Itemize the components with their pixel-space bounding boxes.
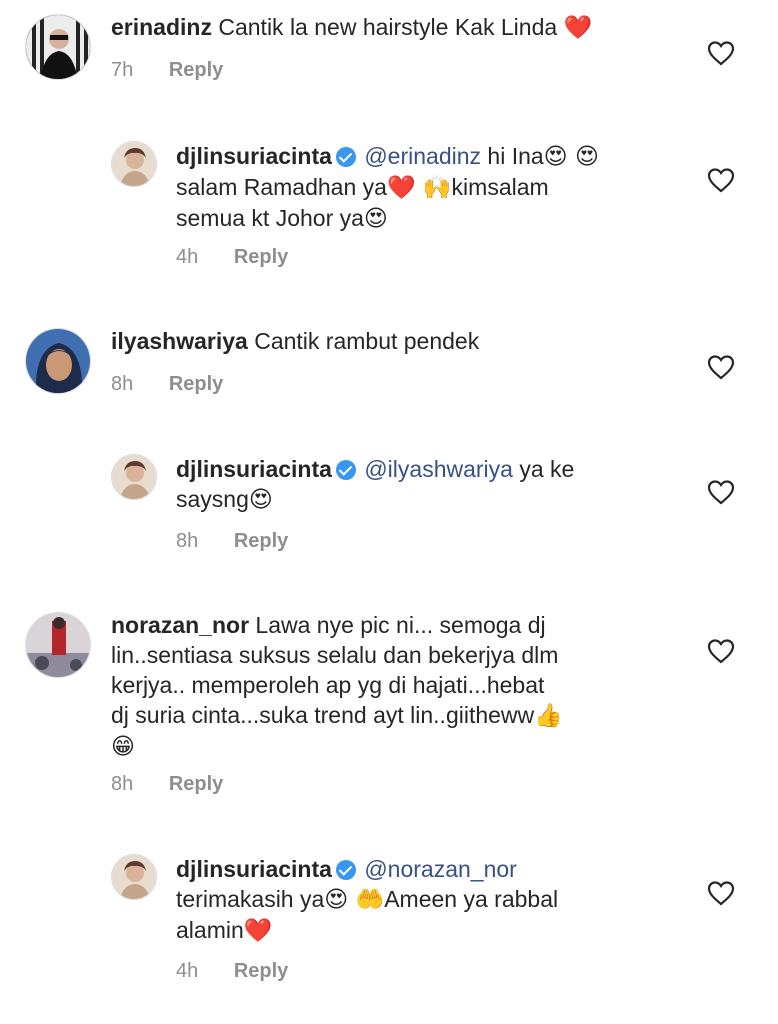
comment-body: kimsalam [451,174,549,200]
comment-text: djlinsuriacinta @erinadinz hi Ina😍 😍 sal… [176,141,599,234]
comment-body: semua kt Johor ya [176,205,364,231]
heart-emoji: ❤️ [243,918,273,944]
username[interactable]: djlinsuriacinta [176,456,332,482]
heart-eyes-emoji: 😍 😍 [543,144,599,170]
comment-text: djlinsuriacinta @norazan_nor terimakasih… [176,854,558,946]
comment-text: ilyashwariya Cantik rambut pendek [111,326,479,356]
avatar[interactable] [111,454,157,500]
comment-body: hi Ina [487,143,544,169]
comment-body: lin..sentiasa suksus selalu dan bekerjya… [111,642,559,668]
like-heart-icon[interactable] [707,40,735,66]
avatar[interactable] [25,612,91,678]
mention-link[interactable]: @ilyashwariya [364,456,513,482]
mention-link[interactable]: @erinadinz [364,143,481,169]
timestamp: 8h [176,530,199,552]
avatar[interactable] [25,14,91,80]
comment-text: djlinsuriacinta @ilyashwariya ya ke says… [176,454,574,515]
comment-body: dj suria cinta...suka trend ayt lin..gii… [111,702,535,728]
comment-body: salam Ramadhan ya [176,174,387,200]
comment-meta: 4h Reply [176,245,288,269]
comment-body: kerjya.. memperoleh ap yg di hajati...he… [111,672,545,698]
like-heart-icon[interactable] [707,638,735,664]
timestamp: 4h [176,246,199,268]
heart-eyes-emoji: 😍 [363,206,388,232]
comment-body: Cantik rambut pendek [254,328,480,354]
heart-eyes-palms-up-emoji: 😍 🤲 [324,887,385,913]
comment-text: erinadinz Cantik la new hairstyle Kak Li… [111,12,592,43]
like-heart-icon[interactable] [707,354,735,380]
comment-meta: 8h Reply [111,772,223,796]
verified-badge-icon [335,860,356,880]
timestamp: 4h [176,960,199,982]
username[interactable]: djlinsuriacinta [176,143,332,169]
comment-body: saysng [176,486,249,512]
timestamp: 8h [111,773,134,795]
like-heart-icon[interactable] [707,479,735,505]
avatar[interactable] [111,854,157,900]
avatar[interactable] [25,328,91,394]
timestamp: 8h [111,373,134,395]
reply-button[interactable]: Reply [169,773,223,795]
verified-badge-icon [335,460,356,480]
comment-body: Ameen ya rabbal [384,886,559,912]
comment-body: terimakasih ya [176,886,325,912]
comment-meta: 8h Reply [176,529,288,553]
timestamp: 7h [111,59,134,81]
verified-badge-icon [335,147,356,167]
comment-body: ya ke [519,456,575,482]
comment-meta: 8h Reply [111,372,223,396]
heart-emoji: ❤️ [563,15,593,41]
comment-meta: 4h Reply [176,959,288,983]
reply-button[interactable]: Reply [169,373,223,395]
thumbs-up-emoji: 👍 [534,703,563,729]
username[interactable]: erinadinz [111,14,212,40]
reply-button[interactable]: Reply [234,246,288,268]
reply-button[interactable]: Reply [169,59,223,81]
like-heart-icon[interactable] [707,167,735,193]
username[interactable]: djlinsuriacinta [176,856,332,882]
grinning-emoji: 😁 [111,734,135,760]
like-heart-icon[interactable] [707,880,735,906]
heart-raised-hands-emoji: ❤️ 🙌 [386,175,452,201]
comment-text: norazan_nor Lawa nye pic ni... semoga dj… [111,610,563,762]
reply-button[interactable]: Reply [234,960,288,982]
heart-eyes-emoji: 😍 [248,487,273,513]
username[interactable]: ilyashwariya [111,328,248,354]
avatar[interactable] [111,141,157,187]
comment-body: Lawa nye pic ni... semoga dj [255,612,546,638]
reply-button[interactable]: Reply [234,530,288,552]
comment-body: Cantik la new hairstyle Kak Linda [218,14,558,40]
username[interactable]: norazan_nor [111,612,249,638]
mention-link[interactable]: @norazan_nor [364,856,517,882]
comment-body: alamin [176,917,244,943]
comment-meta: 7h Reply [111,58,223,82]
